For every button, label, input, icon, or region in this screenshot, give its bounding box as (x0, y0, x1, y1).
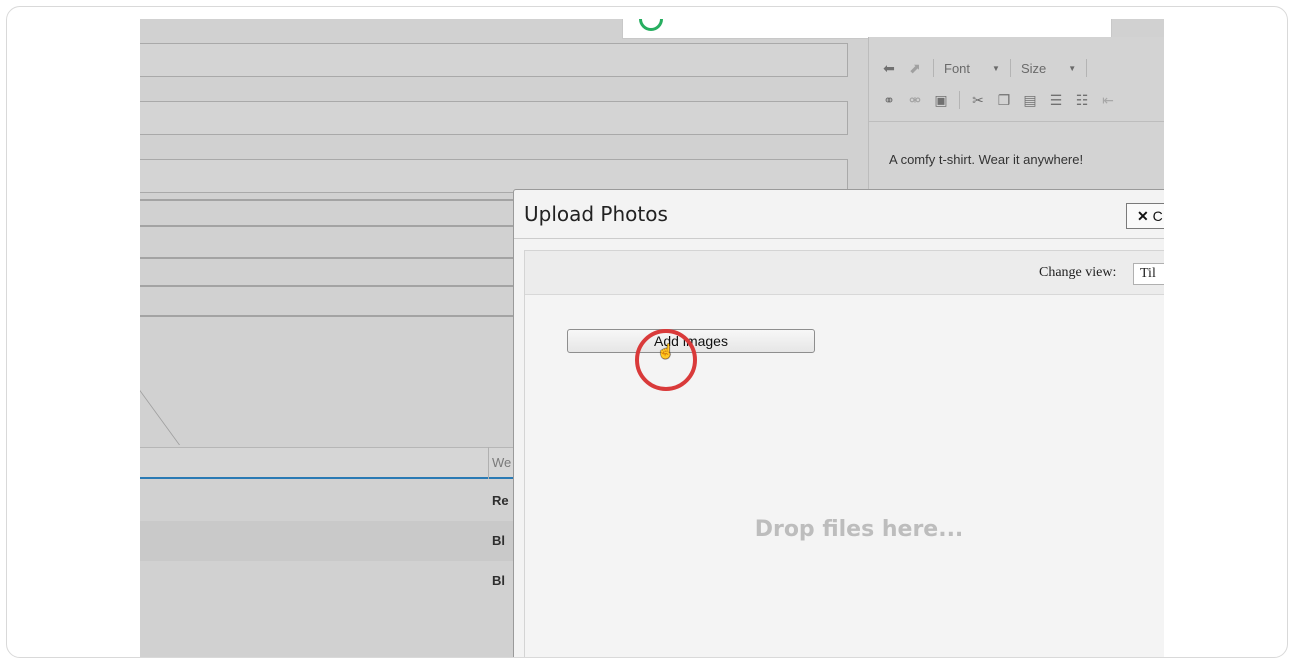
drop-zone-hint[interactable]: Drop files here... (525, 517, 1164, 542)
outdent-icon[interactable]: ⇤ (1100, 92, 1116, 109)
pointer-cursor-icon: ☝ (657, 343, 675, 359)
chevron-down-icon: ▼ (1068, 63, 1077, 73)
cut-icon[interactable]: ✂ (970, 92, 986, 109)
background-divider (140, 315, 520, 317)
link-icon[interactable]: ⚭ (881, 92, 897, 109)
bullet-list-icon[interactable]: ☰ (1048, 92, 1064, 109)
screenshot-frame: We Re Bl Bl ⬅ ⬈ Font ▼ Size ▼ ⚭ ⚮ ▣ ✂ ❐ … (6, 6, 1288, 658)
size-dropdown-label: Size (1020, 60, 1047, 76)
upload-area: Change view: Til Add images Drop files h… (524, 250, 1164, 657)
toolbar-divider (869, 121, 1164, 122)
toolbar-separator (1009, 59, 1011, 77)
background-divider (140, 285, 520, 287)
dialog-divider (514, 238, 1164, 239)
background-table-header (140, 447, 520, 479)
background-input-1[interactable] (140, 43, 848, 77)
numbered-list-icon[interactable]: ☷ (1074, 92, 1090, 109)
table-cell: Re (492, 493, 509, 508)
font-dropdown-label: Font (944, 60, 971, 76)
change-view-label: Change view: (1039, 265, 1117, 280)
redo-icon[interactable]: ⬈ (907, 60, 923, 77)
unlink-icon[interactable]: ⚮ (907, 92, 923, 109)
undo-icon[interactable]: ⬅ (881, 60, 897, 77)
click-highlight-ring (635, 329, 697, 391)
toolbar-separator (959, 91, 960, 109)
font-dropdown[interactable]: Font ▼ (944, 61, 1000, 76)
size-dropdown[interactable]: Size ▼ (1021, 61, 1076, 76)
table-row[interactable]: Re (140, 481, 520, 521)
chevron-down-icon: ▼ (992, 63, 1000, 73)
page-viewport: We Re Bl Bl ⬅ ⬈ Font ▼ Size ▼ ⚭ ⚮ ▣ ✂ ❐ … (140, 19, 1164, 657)
close-button[interactable]: ✕ C (1126, 203, 1164, 229)
upload-area-header: Change view: Til (525, 251, 1164, 295)
dialog-title: Upload Photos (524, 202, 668, 226)
table-row[interactable]: Bl (140, 521, 520, 561)
table-column-header[interactable]: We (492, 455, 511, 470)
view-mode-select[interactable]: Til (1133, 263, 1164, 285)
background-input-3[interactable] (140, 159, 848, 193)
background-divider (140, 225, 520, 227)
upload-photos-dialog: Upload Photos ✕ C Change view: Til Add i… (513, 189, 1164, 657)
table-row[interactable]: Bl (140, 561, 520, 601)
table-cell: Bl (492, 573, 505, 588)
background-divider (140, 199, 520, 201)
toolbar-separator (1086, 59, 1088, 77)
background-tab-edge (140, 389, 180, 445)
table-cell: Bl (492, 533, 505, 548)
editor-content[interactable]: A comfy t-shirt. Wear it anywhere! (889, 152, 1083, 167)
notification-toast (622, 19, 1112, 39)
table-column-separator (488, 447, 489, 479)
toolbar-separator (933, 59, 934, 77)
editor-toolbar-row-1: ⬅ ⬈ Font ▼ Size ▼ (881, 57, 1088, 79)
background-input-2[interactable] (140, 101, 848, 135)
paste-icon[interactable]: ▤ (1022, 92, 1038, 109)
editor-toolbar-row-2: ⚭ ⚮ ▣ ✂ ❐ ▤ ☰ ☷ ⇤ (881, 89, 1116, 111)
success-check-icon (639, 19, 663, 31)
close-icon: ✕ (1137, 208, 1149, 224)
copy-icon[interactable]: ❐ (996, 92, 1012, 109)
close-button-label: C (1152, 208, 1163, 224)
image-icon[interactable]: ▣ (933, 92, 949, 109)
background-divider (140, 257, 520, 259)
